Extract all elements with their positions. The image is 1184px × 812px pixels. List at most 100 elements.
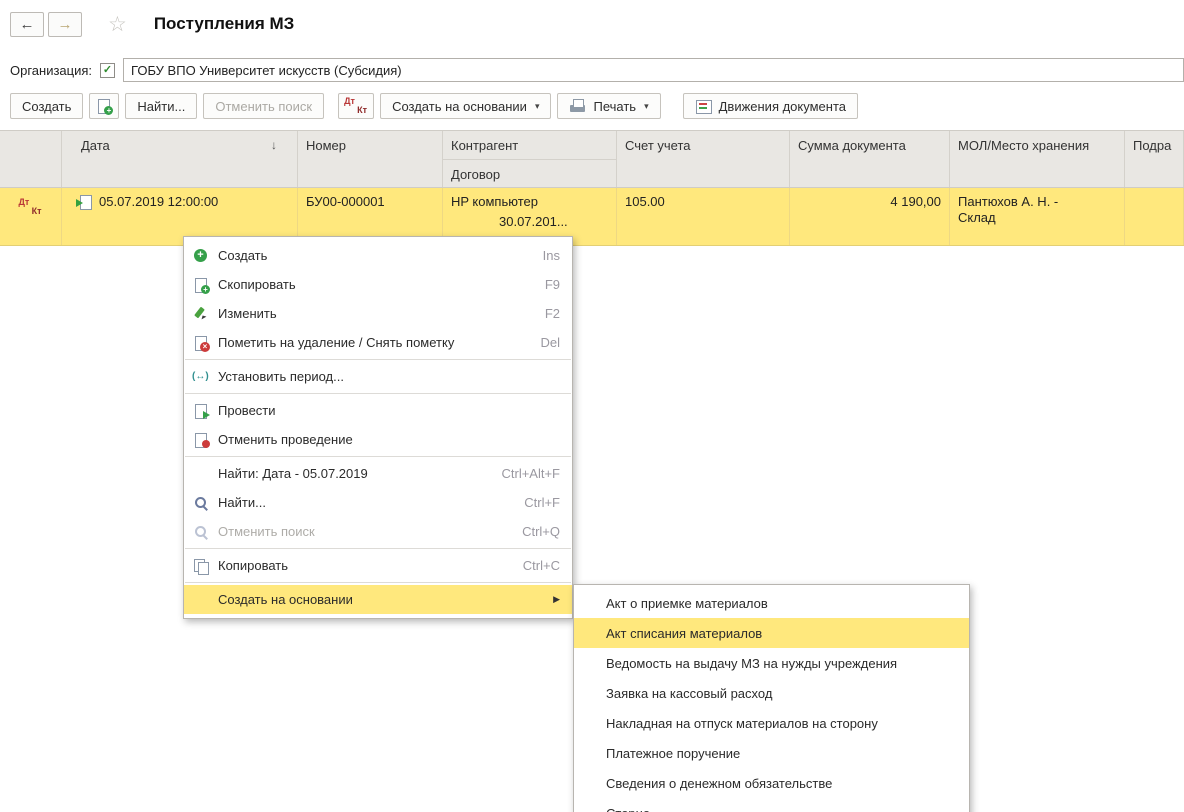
column-header-date[interactable]: Дата ↓ — [62, 131, 298, 187]
menu-item-shortcut: Ctrl+C — [523, 558, 560, 573]
page-title: Поступления МЗ — [154, 14, 295, 34]
submenu-item-payment-order[interactable]: Платежное поручение — [574, 738, 969, 768]
find-button[interactable]: Найти... — [125, 93, 197, 119]
column-header-status — [0, 131, 62, 187]
column-header-counterparty[interactable]: Контрагент — [443, 131, 616, 159]
app-window: ← → ☆ Поступления МЗ Организация: ✓ ГОБУ… — [0, 0, 1184, 812]
create-based-on-submenu: Акт о приемке материалов Акт списания ма… — [573, 584, 970, 812]
back-icon: ← — [20, 16, 35, 33]
top-bar: ← → ☆ Поступления МЗ — [0, 0, 1184, 48]
dtkt-postings-button[interactable]: ДтКт — [338, 93, 374, 119]
menu-item-edit[interactable]: Изменить F2 — [184, 299, 572, 328]
favorite-star-icon[interactable]: ☆ — [108, 14, 127, 35]
menu-item-copy-new[interactable]: Скопировать F9 — [184, 270, 572, 299]
row-amount-cell: 4 190,00 — [790, 188, 950, 245]
submenu-item-storno[interactable]: Сторно... — [574, 798, 969, 812]
cancel-search-label: Отменить поиск — [215, 99, 312, 114]
column-header-counterparty-contract: Контрагент Договор — [443, 131, 617, 187]
print-button-label: Печать — [593, 99, 636, 114]
submenu-item-label: Заявка на кассовый расход — [606, 686, 772, 701]
menu-item-label: Найти... — [218, 495, 266, 510]
submenu-item-act-receipt[interactable]: Акт о приемке материалов — [574, 588, 969, 618]
menu-item-shortcut: F2 — [545, 306, 560, 321]
search-icon — [192, 524, 210, 540]
menu-item-shortcut: F9 — [545, 277, 560, 292]
menu-item-label: Отменить поиск — [218, 524, 315, 539]
submenu-item-label: Сведения о денежном обязательстве — [606, 776, 832, 791]
create-button-label: Создать — [22, 99, 71, 114]
menu-item-shortcut: Del — [540, 335, 560, 350]
table-row[interactable]: ДтКт 05.07.2019 12:00:00 БУ00-000001 HP … — [0, 188, 1184, 246]
menu-item-shortcut: Ctrl+F — [524, 495, 560, 510]
search-icon — [192, 495, 210, 511]
submenu-item-label: Платежное поручение — [606, 746, 740, 761]
menu-separator — [185, 456, 571, 457]
organization-label: Организация: — [10, 63, 92, 78]
column-header-amount-label: Сумма документа — [798, 138, 906, 153]
organization-value: ГОБУ ВПО Университет искусств (Субсидия) — [131, 63, 402, 78]
submenu-item-label: Накладная на отпуск материалов на сторон… — [606, 716, 878, 731]
menu-item-set-period[interactable]: (↔) Установить период... — [184, 362, 572, 391]
post-document-icon — [192, 403, 210, 419]
menu-item-mark-deletion[interactable]: Пометить на удаление / Снять пометку Del — [184, 328, 572, 357]
submenu-item-monetary-obligation[interactable]: Сведения о денежном обязательстве — [574, 768, 969, 798]
menu-item-label: Создать на основании — [218, 592, 353, 607]
create-button[interactable]: Создать — [10, 93, 83, 119]
submenu-item-cash-request[interactable]: Заявка на кассовый расход — [574, 678, 969, 708]
menu-item-unpost[interactable]: Отменить проведение — [184, 425, 572, 454]
check-icon: ✓ — [103, 65, 112, 76]
menu-item-find-by-date[interactable]: Найти: Дата - 05.07.2019 Ctrl+Alt+F — [184, 459, 572, 488]
create-based-on-button[interactable]: Создать на основании ▾ — [380, 93, 551, 119]
menu-item-post[interactable]: Провести — [184, 396, 572, 425]
menu-item-create-based-on[interactable]: Создать на основании ▶ — [184, 585, 572, 614]
row-counterparty-value: HP компьютер — [451, 194, 608, 209]
menu-item-shortcut: Ins — [543, 248, 560, 263]
printer-icon — [569, 98, 587, 114]
empty-icon — [192, 466, 210, 482]
menu-item-cancel-search: Отменить поиск Ctrl+Q — [184, 517, 572, 546]
menu-item-copy-clipboard[interactable]: Копировать Ctrl+C — [184, 551, 572, 580]
back-button[interactable]: ← — [10, 12, 44, 37]
column-header-number-label: Номер — [306, 138, 346, 153]
submenu-item-label: Ведомость на выдачу МЗ на нужды учрежден… — [606, 656, 897, 671]
column-header-date-label: Дата — [81, 138, 110, 153]
column-header-number[interactable]: Номер — [298, 131, 443, 187]
list-toolbar: Создать Найти... Отменить поиск ДтКт Соз… — [0, 92, 1184, 120]
copy-document-icon — [95, 98, 113, 114]
document-movements-button[interactable]: Движения документа — [683, 93, 858, 119]
organization-filter-checkbox[interactable]: ✓ — [100, 63, 115, 78]
row-contract-value: 30.07.201... — [499, 214, 608, 229]
submenu-item-vedomost[interactable]: Ведомость на выдачу МЗ на нужды учрежден… — [574, 648, 969, 678]
chevron-down-icon: ▾ — [644, 101, 649, 112]
column-header-account[interactable]: Счет учета — [617, 131, 790, 187]
row-mol-cell: Пантюхов А. Н. - Склад — [950, 188, 1125, 245]
dtkt-posted-icon: ДтКт — [19, 197, 43, 217]
chevron-down-icon: ▾ — [535, 101, 540, 112]
submenu-item-label: Акт списания материалов — [606, 626, 762, 641]
row-date-value: 05.07.2019 12:00:00 — [99, 194, 218, 209]
column-header-amount[interactable]: Сумма документа — [790, 131, 950, 187]
forward-button[interactable]: → — [48, 12, 82, 37]
row-division-cell — [1125, 188, 1184, 245]
menu-item-label: Провести — [218, 403, 276, 418]
menu-separator — [185, 359, 571, 360]
submenu-item-waybill[interactable]: Накладная на отпуск материалов на сторон… — [574, 708, 969, 738]
menu-item-create[interactable]: Создать Ins — [184, 241, 572, 270]
submenu-item-act-writeoff[interactable]: Акт списания материалов — [574, 618, 969, 648]
organization-field[interactable]: ГОБУ ВПО Университет искусств (Субсидия) — [123, 58, 1184, 82]
print-button[interactable]: Печать ▾ — [557, 93, 660, 119]
empty-icon — [192, 592, 210, 608]
menu-item-label: Создать — [218, 248, 267, 263]
column-header-division[interactable]: Подра — [1125, 131, 1184, 187]
column-header-mol[interactable]: МОЛ/Место хранения — [950, 131, 1125, 187]
row-status-cell: ДтКт — [0, 188, 62, 245]
column-header-contract[interactable]: Договор — [443, 159, 616, 187]
cancel-search-button: Отменить поиск — [203, 93, 324, 119]
unpost-document-icon — [192, 432, 210, 448]
clipboard-copy-icon — [192, 558, 210, 574]
forward-icon: → — [58, 16, 73, 33]
menu-item-find[interactable]: Найти... Ctrl+F — [184, 488, 572, 517]
menu-item-label: Копировать — [218, 558, 288, 573]
create-by-copy-button[interactable] — [89, 93, 119, 119]
organization-bar: Организация: ✓ ГОБУ ВПО Университет иску… — [0, 56, 1184, 84]
